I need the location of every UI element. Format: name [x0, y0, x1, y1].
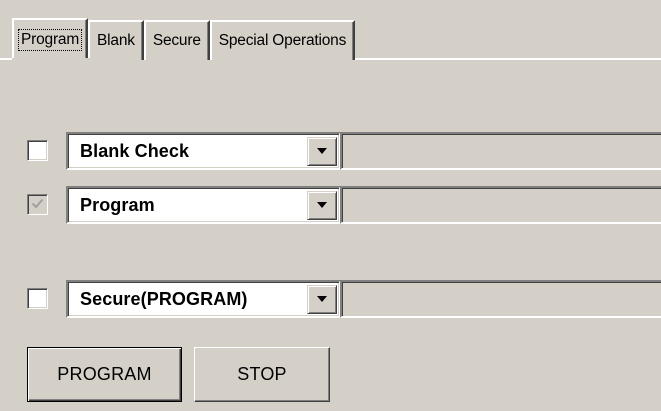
- operation-1-checkbox[interactable]: [27, 140, 48, 161]
- tab-label: Blank: [97, 32, 135, 49]
- active-tab-gap: [12, 58, 116, 60]
- operation-3-select[interactable]: Secure(PROGRAM): [66, 280, 341, 318]
- tab-special-operations[interactable]: Special Operations: [209, 20, 356, 60]
- operation-2-dropdown-button[interactable]: [307, 191, 337, 220]
- operation-1-status-field: [340, 132, 661, 170]
- tab-blank[interactable]: Blank: [88, 20, 144, 60]
- operation-2-select[interactable]: Program: [66, 186, 341, 224]
- operation-row-blank-check: Blank Check: [0, 132, 661, 170]
- operation-1-select-value: Blank Check: [80, 141, 190, 161]
- program-button[interactable]: PROGRAM: [27, 347, 182, 402]
- operation-row-program: Program: [0, 186, 661, 224]
- operation-2-checkbox[interactable]: [27, 194, 48, 215]
- tab-secure[interactable]: Secure: [143, 20, 210, 60]
- operation-3-dropdown-button[interactable]: [307, 285, 337, 314]
- operation-1-dropdown-button[interactable]: [307, 137, 337, 166]
- chevron-down-icon: [317, 148, 327, 154]
- operation-row-secure: Secure(PROGRAM): [0, 280, 661, 318]
- stop-button[interactable]: STOP: [194, 347, 330, 402]
- check-icon: [31, 198, 44, 209]
- operation-3-checkbox[interactable]: [27, 288, 48, 309]
- tab-label: Program: [17, 29, 83, 51]
- chevron-down-icon: [317, 202, 327, 208]
- operation-3-select-value: Secure(PROGRAM): [80, 289, 248, 309]
- operation-3-status-field: [340, 280, 661, 318]
- tab-strip: Program Blank Secure Special Operations: [12, 18, 356, 60]
- operation-2-status-field: [340, 186, 661, 224]
- tab-label: Special Operations: [218, 32, 347, 49]
- tab-label: Secure: [152, 32, 201, 49]
- chevron-down-icon: [317, 296, 327, 302]
- tab-program[interactable]: Program: [12, 18, 89, 60]
- operation-2-select-value: Program: [80, 195, 155, 215]
- operation-1-select[interactable]: Blank Check: [66, 132, 341, 170]
